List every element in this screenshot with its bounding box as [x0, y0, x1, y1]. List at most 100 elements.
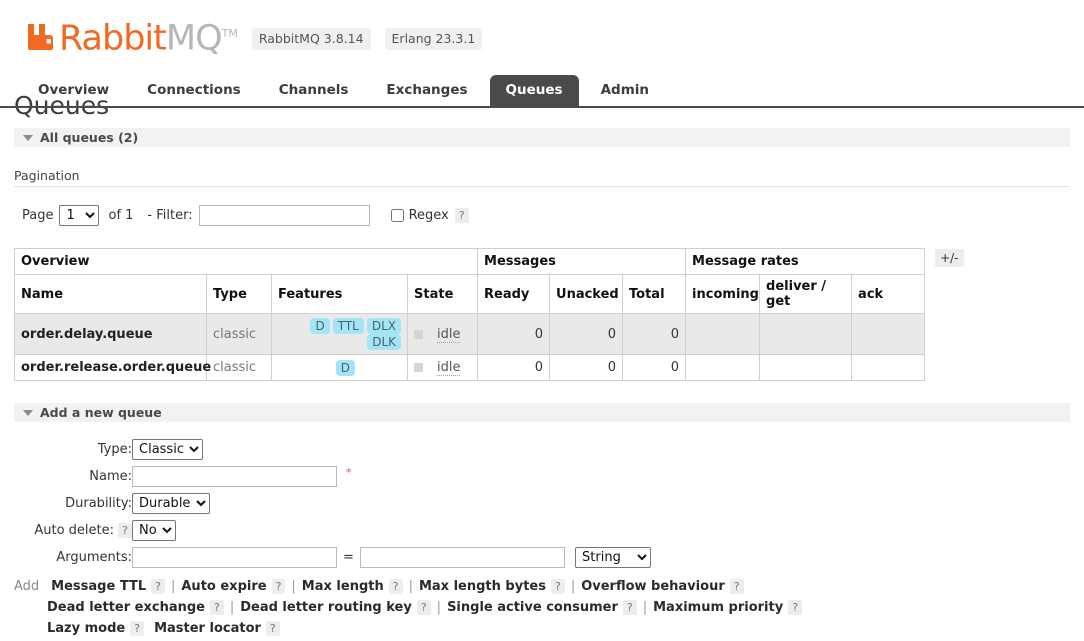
feature-badge: D [335, 359, 355, 376]
add-queue-section-header[interactable]: Add a new queue [14, 403, 1070, 422]
preset-lazy-mode[interactable]: Lazy mode [47, 621, 125, 636]
preset-max-length-bytes-help-icon[interactable]: ? [550, 579, 565, 594]
queue-type-select[interactable]: Classic [132, 439, 203, 460]
tab-exchanges[interactable]: Exchanges [370, 75, 483, 107]
page-count-label: of 1 [108, 208, 134, 223]
queue-incoming [685, 354, 761, 381]
table-row[interactable]: order.release.order.queue classic D idle… [14, 354, 926, 381]
preset-maximum-priority[interactable]: Maximum priority [653, 600, 783, 615]
preset-message-ttl[interactable]: Message TTL [51, 579, 146, 594]
queues-table: Overview Messages Message rates Name Typ… [13, 248, 926, 381]
argument-value-input[interactable] [359, 547, 565, 568]
add-queue-form: Type: Classic Name: * Durability: Durabl… [14, 436, 652, 571]
state-indicator-icon [414, 329, 423, 339]
preset-max-length[interactable]: Max length [302, 579, 384, 594]
column-header-total[interactable]: Total [622, 274, 687, 314]
feature-badge: DLK [367, 334, 401, 350]
tab-channels[interactable]: Channels [263, 75, 365, 107]
preset-dead-letter-routing-key[interactable]: Dead letter routing key [240, 600, 412, 615]
preset-overflow-behaviour[interactable]: Overflow behaviour [581, 579, 725, 594]
logo-rabbit-text: Rabbit [59, 18, 167, 59]
queue-type: classic [206, 313, 272, 355]
column-header-incoming[interactable]: incoming [685, 274, 761, 314]
form-row-auto-delete: Auto delete: ? No [14, 517, 651, 544]
preset-lazy-mode-help-icon[interactable]: ? [130, 621, 145, 636]
preset-maximum-priority-help-icon[interactable]: ? [788, 600, 803, 615]
form-row-durability: Durability: Durable [14, 490, 651, 517]
preset-single-active-consumer-help-icon[interactable]: ? [622, 600, 637, 615]
type-label: Type: [97, 442, 132, 457]
table-row[interactable]: order.delay.queue classic D TTL DLXDLK idl… [14, 313, 926, 355]
state-label: idle [437, 360, 461, 376]
column-header-type[interactable]: Type [206, 274, 272, 314]
regex-help-icon[interactable]: ? [454, 208, 469, 223]
preset-row: Add Message TTL? | Auto expire? | Max length?… [14, 576, 1070, 597]
queue-name-link[interactable]: order.release.order.queue [14, 354, 211, 381]
preset-separator: | [642, 600, 648, 615]
queue-type: classic [206, 354, 272, 381]
preset-dead-letter-exchange-help-icon[interactable]: ? [209, 600, 224, 615]
tab-connections[interactable]: Connections [131, 75, 257, 107]
column-header-name[interactable]: Name [14, 274, 207, 314]
preset-row: Lazy mode? Master locator? [14, 618, 1070, 639]
page-select[interactable]: 1 [59, 205, 100, 226]
preset-auto-expire-help-icon[interactable]: ? [271, 579, 286, 594]
required-asterisk: * [346, 466, 352, 479]
logo-tm-mark: TM [221, 27, 238, 40]
toggle-columns-button[interactable]: +/- [935, 249, 964, 267]
preset-separator: | [291, 579, 296, 594]
column-header-state[interactable]: State [406, 274, 479, 314]
preset-dead-letter-routing-key-help-icon[interactable]: ? [416, 600, 431, 615]
argument-key-input[interactable] [132, 547, 337, 568]
filter-input[interactable] [198, 205, 370, 226]
erlang-version-badge: Erlang 23.3.1 [384, 28, 483, 51]
preset-master-locator-help-icon[interactable]: ? [265, 621, 280, 636]
queue-ready: 0 [477, 354, 551, 381]
auto-delete-help-icon[interactable]: ? [118, 523, 132, 538]
argument-type-select[interactable]: String [575, 547, 652, 568]
logo-mq-text: MQ [165, 18, 223, 59]
feature-badge: DLX [366, 318, 401, 334]
tab-overview[interactable]: Overview [22, 75, 125, 107]
auto-delete-label: Auto delete: ? [14, 517, 132, 544]
all-queues-section-header[interactable]: All queues (2) [14, 128, 1070, 147]
queue-features: D TTL DLXDLK [271, 313, 408, 355]
queue-name-link[interactable]: order.delay.queue [14, 313, 207, 355]
durability-select[interactable]: Durable [132, 493, 210, 514]
group-header-messages: Messages [477, 248, 687, 275]
page-label: Page [22, 208, 54, 223]
preset-max-length-help-icon[interactable]: ? [388, 579, 403, 594]
preset-separator: | [436, 600, 442, 615]
state-label: idle [437, 326, 461, 343]
queue-state: idle [406, 313, 479, 355]
column-header-features[interactable]: Features [271, 274, 408, 314]
column-header-ready[interactable]: Ready [477, 274, 551, 314]
queue-name-input[interactable] [132, 466, 337, 487]
auto-delete-select[interactable]: No [132, 520, 176, 541]
preset-overflow-behaviour-help-icon[interactable]: ? [729, 579, 744, 594]
logo-wordmark[interactable]: RabbitMQTM [59, 16, 238, 57]
column-header-deliver-get[interactable]: deliver / get [759, 274, 853, 314]
group-header-message-rates: Message rates [685, 248, 926, 275]
regex-checkbox[interactable] [390, 209, 404, 222]
queue-unacked: 0 [549, 354, 624, 381]
preset-single-active-consumer[interactable]: Single active consumer [447, 600, 618, 615]
tab-admin[interactable]: Admin [585, 75, 665, 107]
table-group-header-row: Overview Messages Message rates [13, 248, 926, 275]
queue-total: 0 [622, 313, 687, 355]
preset-auto-expire[interactable]: Auto expire [181, 579, 266, 594]
column-header-unacked[interactable]: Unacked [549, 274, 624, 314]
column-header-ack[interactable]: ack [851, 274, 926, 314]
tab-queues[interactable]: Queues [489, 75, 579, 107]
add-queue-label: Add a new queue [40, 405, 162, 420]
preset-message-ttl-help-icon[interactable]: ? [151, 579, 165, 594]
preset-separator: | [570, 579, 576, 594]
preset-master-locator[interactable]: Master locator [154, 621, 261, 636]
filter-label: - Filter: [147, 208, 193, 223]
preset-dead-letter-exchange[interactable]: Dead letter exchange [47, 600, 205, 615]
add-word-label: Add [14, 579, 40, 594]
pagination-controls: Page 1 of 1 - Filter: Regex ? [14, 205, 1070, 226]
preset-max-length-bytes[interactable]: Max length bytes [419, 579, 546, 594]
main-navigation: Overview Connections Channels Exchanges … [22, 74, 1084, 107]
form-row-type: Type: Classic [14, 436, 651, 463]
